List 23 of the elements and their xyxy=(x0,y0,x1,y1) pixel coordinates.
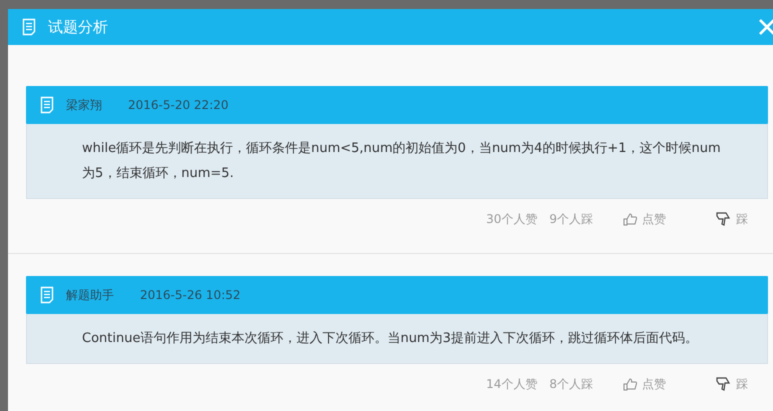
dislike-count: 9个人踩 xyxy=(549,210,593,228)
comment-text: Continue语句作用为结束本次循环，进入下次循环。当num为3提前进入下次循环，跳过循环体后面代码。 xyxy=(26,314,768,364)
like-button[interactable]: 点赞 xyxy=(623,376,666,392)
thumbs-down-icon xyxy=(716,212,731,226)
author-name: 梁家翔 xyxy=(66,96,102,114)
document-icon xyxy=(40,286,54,304)
document-icon xyxy=(40,96,54,114)
like-count: 30个人赞 xyxy=(486,210,538,228)
document-icon xyxy=(22,18,36,36)
like-button[interactable]: 点赞 xyxy=(623,210,666,228)
comment-time: 2016-5-26 10:52 xyxy=(140,288,240,302)
like-count: 14个人赞 xyxy=(486,376,538,392)
dislike-button[interactable]: 踩 xyxy=(716,376,748,392)
thumbs-down-icon xyxy=(716,377,731,391)
dialog-title: 试题分析 xyxy=(48,18,109,36)
dislike-count: 8个人踩 xyxy=(549,376,593,392)
thumbs-up-icon xyxy=(623,212,637,226)
close-icon[interactable] xyxy=(758,18,773,36)
comment-text: while循环是先判断在执行，循环条件是num<5,num的初始值为0，当num为4的时候执行+1，这个时候num为5，结束循环，num=5. xyxy=(26,124,768,199)
thumbs-up-icon xyxy=(623,378,637,390)
dislike-button[interactable]: 踩 xyxy=(716,210,748,228)
comment-time: 2016-5-20 22:20 xyxy=(128,98,228,112)
author-name: 解题助手 xyxy=(66,286,114,304)
